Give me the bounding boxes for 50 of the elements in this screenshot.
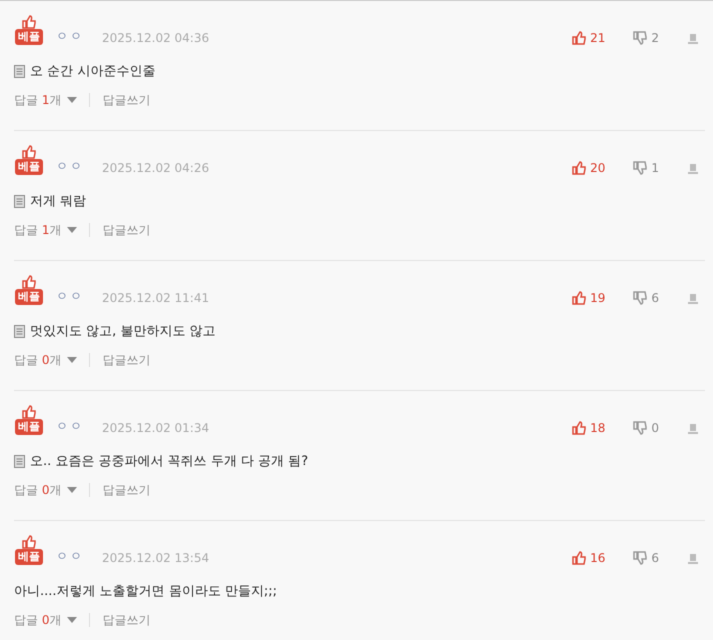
comment-text: 저게 뭐람 [30, 193, 86, 210]
comment-text: 오 순간 시아준수인줄 [30, 63, 156, 80]
comment-date: 2025.12.02 04:26 [102, 161, 210, 175]
comment-text: 아니....저렇게 노출할거면 몸이라도 만들지;;; [14, 583, 278, 600]
caret-icon[interactable] [67, 227, 78, 233]
replies-toggle[interactable]: 답글 0개 [14, 613, 62, 627]
caret-icon[interactable] [67, 97, 78, 103]
report-icon[interactable] [687, 293, 699, 305]
best-badge: 베플 [15, 29, 43, 45]
nickname[interactable]: ㅇㅇ [56, 158, 84, 175]
like-button[interactable]: 19 [572, 291, 606, 305]
caret-icon[interactable] [67, 357, 78, 363]
write-reply-link[interactable]: 답글쓰기 [89, 353, 150, 367]
report-icon[interactable] [687, 163, 699, 175]
best-badge: 베플 [15, 549, 43, 565]
comment-text: 오.. 요즘은 공중파에서 꼭쥐쓰 두개 다 공개 됨? [30, 453, 308, 470]
report-icon[interactable] [687, 33, 699, 45]
like-button[interactable]: 18 [572, 421, 606, 435]
nickname[interactable]: ㅇㅇ [56, 548, 84, 565]
write-reply-link[interactable]: 답글쓰기 [89, 483, 150, 497]
thumbs-up-icon [22, 145, 36, 159]
comment-date: 2025.12.02 01:34 [102, 421, 210, 435]
write-reply-link[interactable]: 답글쓰기 [89, 223, 150, 237]
comment-date: 2025.12.02 11:41 [102, 291, 210, 305]
best-badge: 베플 [15, 289, 43, 305]
caret-icon[interactable] [67, 487, 78, 493]
replies-toggle[interactable]: 답글 1개 [14, 93, 62, 107]
caret-icon[interactable] [67, 617, 78, 623]
thumbs-up-icon [22, 405, 36, 419]
best-badge: 베플 [15, 419, 43, 435]
replies-toggle[interactable]: 답글 1개 [14, 223, 62, 237]
nickname[interactable]: ㅇㅇ [56, 418, 84, 435]
nickname[interactable]: ㅇㅇ [56, 288, 84, 305]
like-button[interactable]: 20 [572, 161, 606, 175]
thumbs-up-icon [22, 15, 36, 29]
nickname[interactable]: ㅇㅇ [56, 28, 84, 45]
thumbs-up-icon [22, 535, 36, 549]
replies-toggle[interactable]: 답글 0개 [14, 353, 62, 367]
report-icon[interactable] [687, 553, 699, 565]
write-reply-link[interactable]: 답글쓰기 [89, 93, 150, 107]
report-icon[interactable] [687, 423, 699, 435]
like-button[interactable]: 21 [572, 31, 606, 45]
write-reply-link[interactable]: 답글쓰기 [89, 613, 150, 627]
replies-toggle[interactable]: 답글 0개 [14, 483, 62, 497]
thumbs-up-icon [22, 275, 36, 289]
like-button[interactable]: 16 [572, 551, 606, 565]
comment-text: 멋있지도 않고, 불만하지도 않고 [30, 323, 216, 340]
comment-date: 2025.12.02 04:36 [102, 31, 210, 45]
comment-date: 2025.12.02 13:54 [102, 551, 210, 565]
best-badge: 베플 [15, 159, 43, 175]
